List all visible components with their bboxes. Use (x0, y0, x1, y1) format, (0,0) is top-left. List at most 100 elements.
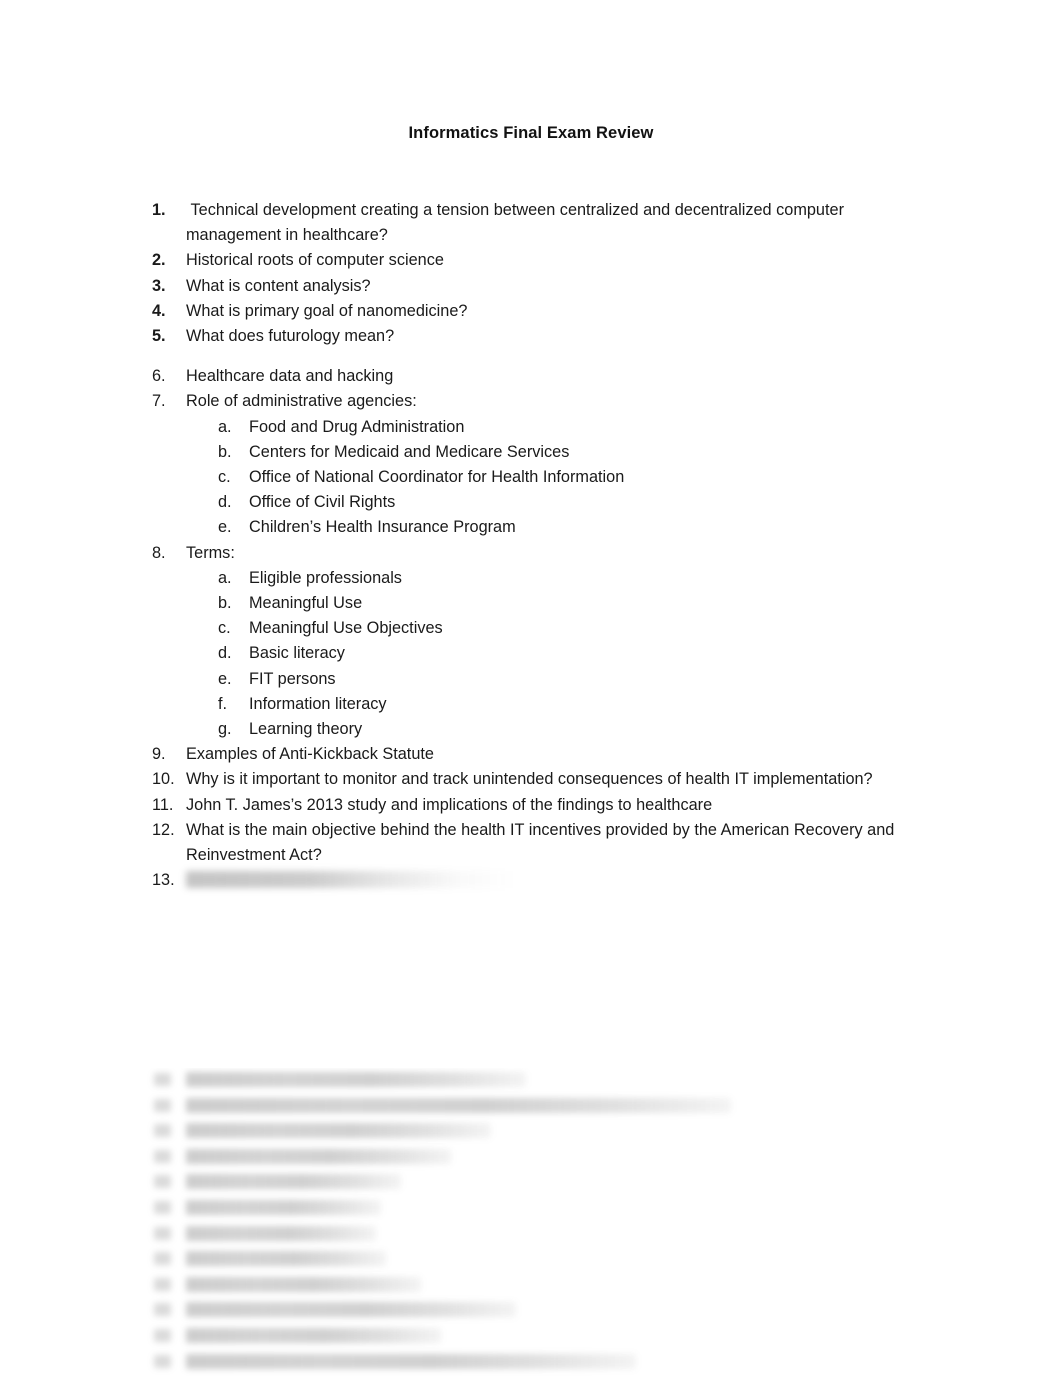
question-outline-list: 1. Technical development creating a tens… (0, 198, 1062, 893)
list-item-text: Why is it important to monitor and track… (186, 770, 873, 789)
sub-list-item: b. Centers for Medicaid and Medicare Serv… (0, 440, 1062, 465)
redacted-line-marker (154, 1226, 171, 1240)
sub-list-item-letter: a. (218, 417, 232, 436)
list-item-number: 7. (152, 392, 166, 411)
list-item: 3. What is content analysis? (0, 274, 1062, 299)
redacted-line-marker (154, 1200, 171, 1214)
list-item-text: What does futurology mean? (186, 327, 395, 346)
redacted-line (0, 1170, 1062, 1196)
sub-list-item-text: Learning theory (249, 720, 363, 739)
sub-list-item-text: Eligible professionals (249, 568, 402, 587)
list-item-number: 12. (152, 820, 175, 839)
list-item-number: 9. (152, 745, 166, 764)
sub-list-item-text: FIT persons (249, 669, 336, 688)
redacted-line (0, 1324, 1062, 1350)
redacted-line-text (186, 1327, 441, 1343)
sub-list-item-letter: g. (218, 720, 232, 739)
list-item-text: What is primary goal of nanomedicine? (186, 301, 468, 320)
sub-list-item-letter: d. (218, 644, 232, 663)
redacted-line-marker (154, 1303, 171, 1317)
sub-list-item-text: Children’s Health Insurance Program (249, 518, 516, 537)
list-item-text: Terms: (186, 543, 235, 562)
sub-list-item-text: Information literacy (249, 694, 387, 713)
list-item: 13. (0, 868, 1062, 893)
sub-list-item-letter: a. (218, 568, 232, 587)
sub-list-item-letter: e. (218, 518, 232, 537)
sub-list-item-letter: e. (218, 669, 232, 688)
redacted-line-marker (154, 1354, 171, 1368)
sub-list-item-text: Office of Civil Rights (249, 493, 396, 512)
redacted-line-marker (154, 1098, 171, 1112)
list-item: 7. Role of administrative agencies: (0, 389, 1062, 414)
redacted-content-block (0, 1068, 1062, 1377)
redacted-line-text (186, 1302, 516, 1318)
list-item: 1. Technical development creating a tens… (0, 198, 1062, 248)
redacted-line (0, 1298, 1062, 1324)
redacted-line-marker (154, 1149, 171, 1163)
sub-list-item: a. Food and Drug Administration (0, 415, 1062, 440)
list-item-number: 6. (152, 367, 166, 386)
sub-list-item: b. Meaningful Use (0, 591, 1062, 616)
sub-list-item: e. FIT persons (0, 667, 1062, 692)
list-item: 6. Healthcare data and hacking (0, 364, 1062, 389)
list-item-number: 13. (152, 871, 175, 890)
list-item: 8. Terms: (0, 541, 1062, 566)
sub-list-item-text: Office of National Coordinator for Healt… (249, 468, 625, 487)
list-item-number: 4. (152, 301, 166, 320)
redacted-line-marker (154, 1073, 171, 1086)
list-item-number: 2. (152, 251, 166, 270)
sub-list-item-letter: f. (218, 694, 228, 713)
redacted-line (0, 1273, 1062, 1299)
list-item: 12. What is the main objective behind the… (0, 818, 1062, 868)
sub-list-item-text: Centers for Medicaid and Medicare Servic… (249, 442, 570, 461)
redacted-line-text (186, 1276, 421, 1292)
sub-list-item-text: Meaningful Use Objectives (249, 619, 443, 638)
redaction-bar (186, 871, 516, 889)
list-item-number: 8. (152, 543, 166, 562)
list-item-number: 5. (152, 327, 166, 346)
redacted-line-text (186, 1072, 526, 1087)
sub-list-item-text: Basic literacy (249, 644, 345, 663)
sub-list-item: g. Learning theory (0, 717, 1062, 742)
redacted-line-text (186, 1174, 401, 1190)
redacted-line-text (186, 1225, 376, 1241)
list-item-number: 1. (152, 201, 166, 219)
sub-list-item-letter: b. (218, 594, 232, 613)
redacted-line-text (186, 1353, 636, 1369)
redacted-line-text (186, 1097, 731, 1113)
redacted-line-marker (154, 1328, 171, 1342)
redacted-line-marker (154, 1277, 171, 1291)
list-item: 4. What is primary goal of nanomedicine? (0, 299, 1062, 324)
list-item-text: Technical development creating a tension… (186, 201, 849, 245)
redacted-line (0, 1222, 1062, 1248)
list-item-text: Healthcare data and hacking (186, 367, 394, 386)
redacted-line (0, 1350, 1062, 1376)
list-item: 9. Examples of Anti-Kickback Statute (0, 742, 1062, 767)
sub-list-item: a. Eligible professionals (0, 566, 1062, 591)
sub-list-item: d. Office of Civil Rights (0, 490, 1062, 515)
list-item-text: Role of administrative agencies: (186, 392, 417, 411)
list-item-number: 3. (152, 276, 166, 295)
redacted-line (0, 1247, 1062, 1273)
sub-list-item-text: Food and Drug Administration (249, 417, 465, 436)
redacted-line-text (186, 1199, 381, 1215)
list-item-text: Examples of Anti-Kickback Statute (186, 745, 434, 764)
sub-list-item: e. Children’s Health Insurance Program (0, 515, 1062, 540)
list-item-text: John T. James’s 2013 study and implicati… (186, 795, 713, 814)
list-item-text: What is the main objective behind the he… (186, 820, 899, 865)
redacted-line-marker (154, 1252, 171, 1266)
redacted-line-marker (154, 1175, 171, 1189)
sub-list-item-letter: b. (218, 442, 232, 461)
redacted-line (0, 1196, 1062, 1222)
page-title: Informatics Final Exam Review (408, 124, 654, 142)
redacted-line (0, 1068, 1062, 1094)
list-item-text: Historical roots of computer science (186, 251, 444, 270)
list-item-number: 10. (152, 770, 175, 789)
redacted-line-text (186, 1251, 386, 1267)
list-item: 2. Historical roots of computer science (0, 248, 1062, 273)
document-page: Informatics Final Exam Review 1. Technic… (0, 0, 1062, 1377)
list-item-number: 11. (152, 795, 174, 814)
sub-list-item-text: Meaningful Use (249, 594, 363, 613)
sub-list-item-letter: c. (218, 468, 231, 487)
sub-list-item: c. Meaningful Use Objectives (0, 616, 1062, 641)
